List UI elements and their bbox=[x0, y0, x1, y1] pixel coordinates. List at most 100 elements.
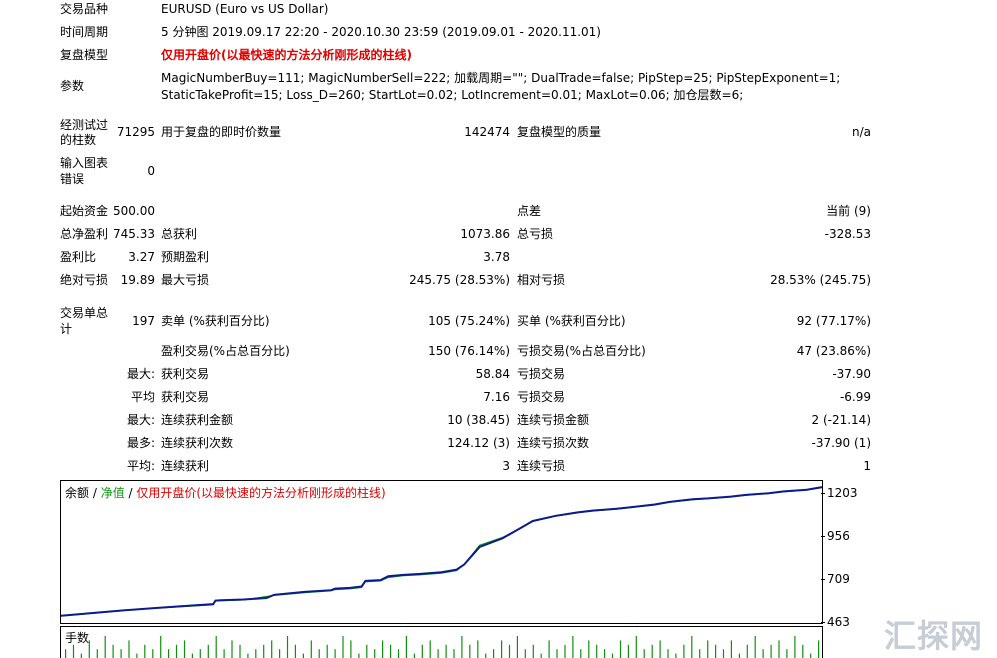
rel-drawdown-label: 相对亏损 bbox=[517, 273, 566, 287]
y-tick-mark bbox=[821, 536, 825, 538]
avg-consec-losses-label: 连续亏损 bbox=[517, 459, 566, 473]
volume-bar bbox=[358, 653, 360, 658]
spread-value: 当前 (9) bbox=[826, 204, 871, 218]
volume-bar bbox=[112, 644, 114, 658]
volume-bar bbox=[770, 644, 772, 658]
volume-bar bbox=[818, 640, 820, 658]
gross-loss-label: 总亏损 bbox=[517, 227, 554, 241]
volume-bar bbox=[461, 636, 463, 658]
balance-line bbox=[61, 486, 822, 617]
max-consec-wins-label: 连续获利金额 bbox=[161, 413, 234, 427]
volume-bar bbox=[532, 644, 534, 658]
largest-loss-label: 亏损交易 bbox=[517, 367, 566, 381]
volume-bar bbox=[144, 644, 146, 658]
volume-bar bbox=[350, 640, 352, 658]
volume-bar bbox=[104, 636, 106, 658]
volume-bar bbox=[302, 653, 304, 658]
volume-bar bbox=[540, 653, 542, 658]
largest-prefix: 最大: bbox=[126, 367, 155, 381]
volume-bar bbox=[794, 636, 796, 658]
volume-bar bbox=[469, 644, 471, 658]
rel-drawdown-value: 28.53% (245.75) bbox=[770, 273, 871, 287]
params-line-1: MagicNumberBuy=111; MagicNumberSell=222;… bbox=[161, 71, 841, 85]
volume-bar bbox=[405, 636, 407, 658]
errors-value: 0 bbox=[147, 164, 155, 178]
volume-bar bbox=[675, 653, 677, 658]
volume-bar bbox=[429, 640, 431, 658]
volume-bar bbox=[659, 640, 661, 658]
max-consec-losses-value: 2 (-21.14) bbox=[811, 413, 872, 427]
largest-profit-label: 获利交易 bbox=[161, 367, 210, 381]
volume-bar bbox=[191, 653, 193, 658]
ticks-label: 用于复盘的即时价数量 bbox=[161, 125, 282, 139]
max-prefix: 最大: bbox=[126, 413, 155, 427]
short-label: 卖单 (%获利百分比) bbox=[161, 314, 270, 328]
volume-bar bbox=[715, 644, 717, 658]
bars-value: 71295 bbox=[116, 125, 155, 139]
bars-label-2: 的柱数 bbox=[60, 133, 97, 147]
volume-bar bbox=[588, 640, 590, 658]
volume-bar bbox=[564, 644, 566, 658]
avg-consec-wins-label: 连续获利 bbox=[161, 459, 210, 473]
volume-bar bbox=[691, 636, 693, 658]
volume-bar bbox=[572, 636, 574, 658]
volume-bar bbox=[413, 653, 415, 658]
errors-label-2: 错误 bbox=[60, 172, 85, 186]
volume-bar bbox=[247, 653, 249, 658]
period-label: 时间周期 bbox=[60, 25, 109, 39]
volume-bar bbox=[611, 653, 614, 658]
initial-deposit-value: 500.00 bbox=[113, 204, 155, 218]
volume-chart-svg bbox=[65, 636, 820, 658]
y-tick-label: 709 bbox=[827, 572, 850, 587]
gross-profit-label: 总获利 bbox=[161, 227, 198, 241]
legend-equity: 净值 bbox=[100, 486, 125, 500]
model-value: 仅用开盘价(以最快速的方法分析刚形成的柱线) bbox=[161, 48, 412, 62]
equity-line bbox=[61, 487, 822, 617]
avg-loss-value: -6.99 bbox=[839, 390, 871, 404]
period-value: 5 分钟图 2019.09.17 22:20 - 2020.10.30 23:5… bbox=[161, 25, 601, 39]
average-prefix: 平均 bbox=[130, 390, 155, 404]
legend-sep-1: / bbox=[89, 486, 101, 500]
volume-bar bbox=[778, 640, 780, 658]
volume-bar bbox=[548, 640, 550, 658]
y-tick-mark bbox=[821, 493, 825, 495]
y-tick-mark bbox=[821, 579, 825, 581]
volume-bar bbox=[286, 636, 289, 658]
spread-label: 点差 bbox=[517, 204, 542, 218]
y-tick-label: 463 bbox=[827, 615, 850, 629]
y-tick-label: 956 bbox=[827, 529, 850, 544]
total-trades-label-2: 计 bbox=[60, 322, 73, 336]
volume-bar bbox=[136, 653, 138, 658]
symbol-label: 交易品种 bbox=[60, 2, 109, 16]
volume-bar bbox=[596, 644, 598, 658]
max-consec-profit-value: 124.12 (3) bbox=[447, 436, 510, 450]
ticks-value: 142474 bbox=[464, 125, 510, 139]
y-tick-mark bbox=[821, 622, 825, 623]
volume-bar bbox=[802, 644, 804, 658]
expected-payoff-value: 3.78 bbox=[483, 250, 510, 264]
symbol-value: EURUSD (Euro vs US Dollar) bbox=[161, 2, 329, 16]
volume-bar bbox=[754, 636, 756, 658]
quality-value: n/a bbox=[851, 125, 871, 139]
volume-bar bbox=[239, 644, 241, 658]
max-drawdown-value: 245.75 (28.53%) bbox=[409, 273, 510, 287]
max-consec-losses-label: 连续亏损金额 bbox=[517, 413, 590, 427]
volume-bar bbox=[635, 636, 637, 658]
avg-consec-wins-value: 3 bbox=[502, 459, 510, 473]
volume-bar bbox=[366, 644, 368, 658]
volume-bar bbox=[342, 636, 344, 658]
volume-bar bbox=[271, 640, 273, 658]
legend-balance: 余额 bbox=[65, 486, 90, 500]
volume-bar bbox=[128, 640, 130, 658]
volume-bar bbox=[80, 653, 82, 658]
long-label: 买单 (%获利百分比) bbox=[517, 314, 626, 328]
volume-bar bbox=[810, 653, 812, 658]
volume-label: 手数 bbox=[65, 631, 90, 645]
avg-loss-label: 亏损交易 bbox=[517, 390, 566, 404]
abs-drawdown-value: 19.89 bbox=[120, 273, 155, 287]
volume-bar bbox=[310, 640, 312, 658]
profit-trades-label: 盈利交易(%占总百分比) bbox=[161, 344, 290, 358]
loss-trades-label: 亏损交易(%占总百分比) bbox=[517, 344, 646, 358]
most-prefix: 最多: bbox=[126, 436, 155, 450]
volume-bar bbox=[326, 644, 328, 658]
